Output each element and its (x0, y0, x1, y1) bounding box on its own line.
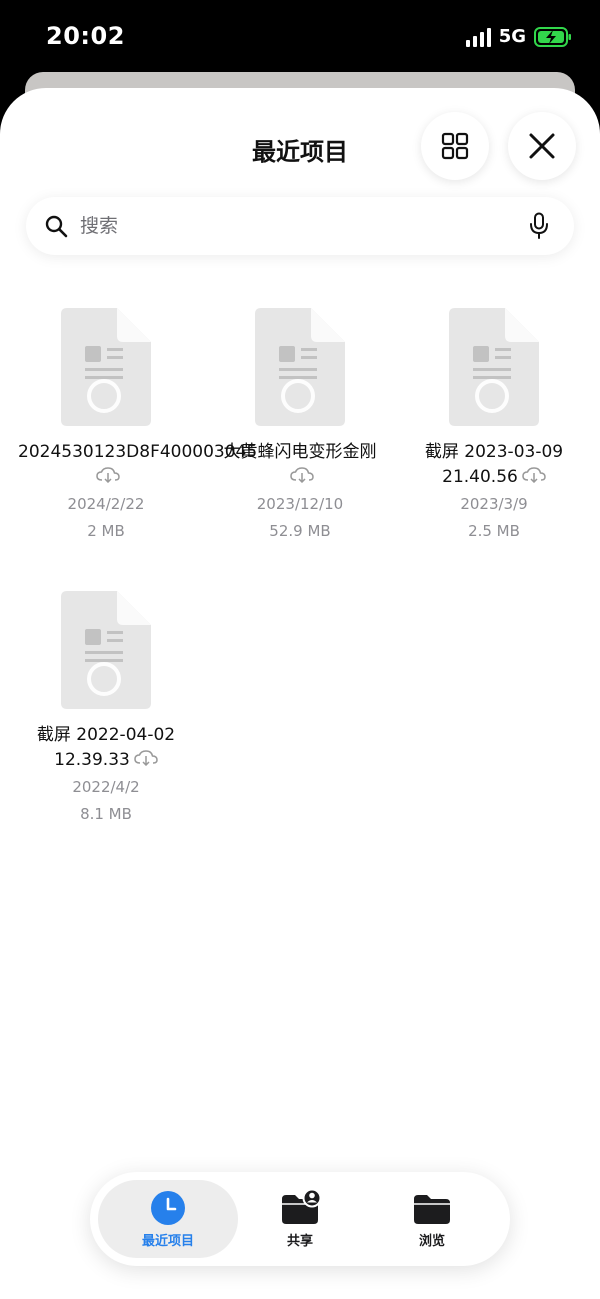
status-time: 20:02 (46, 22, 125, 50)
status-bar: 20:02 5G (0, 0, 600, 72)
file-date: 2023/12/10 (256, 495, 344, 513)
tab-label: 最近项目 (141, 1234, 194, 1249)
folder-icon (414, 1195, 450, 1224)
tab-shared[interactable]: 共享 (230, 1180, 370, 1258)
document-thumbnail-icon (449, 308, 539, 426)
file-size: 8.1 MB (80, 805, 132, 823)
document-thumbnail-icon (61, 591, 151, 709)
file-item[interactable]: 截屏 2022-04-02 12.39.33 2022/4/2 8.1 MB (12, 591, 200, 828)
close-icon (529, 133, 555, 159)
tab-label: 浏览 (418, 1234, 445, 1249)
search-icon (45, 215, 68, 238)
document-thumbnail-icon (61, 308, 151, 426)
network-type: 5G (498, 26, 526, 47)
tab-bar: 最近项目 共享 浏览 (90, 1172, 510, 1266)
file-size: 2.5 MB (468, 522, 520, 540)
tab-browse[interactable]: 浏览 (362, 1180, 502, 1258)
grid-icon (441, 132, 469, 160)
status-indicators: 5G (465, 26, 572, 47)
file-date: 2023/3/9 (460, 495, 528, 513)
file-date: 2024/2/22 (67, 495, 145, 513)
header: 最近项目 (0, 88, 600, 208)
cloud-download-icon[interactable] (96, 467, 120, 483)
file-item[interactable]: 2024530123D8F400003045 2024/2/22 2 MB (12, 308, 257, 545)
microphone-icon[interactable] (528, 212, 550, 240)
tab-label: 共享 (286, 1234, 313, 1249)
view-mode-button[interactable] (421, 112, 489, 180)
cloud-download-icon[interactable] (522, 467, 546, 483)
cloud-download-icon[interactable] (290, 467, 314, 483)
file-date: 2022/4/2 (72, 778, 140, 796)
search-input[interactable] (80, 197, 500, 255)
recents-sheet: 最近项目 搜索 2024530123D8F400003045 2024/2/22… (0, 88, 600, 1299)
close-button[interactable] (508, 112, 576, 180)
battery-charging-icon (534, 26, 571, 47)
file-name: 大黄蜂闪电变形金刚 (223, 442, 377, 462)
file-size: 2 MB (87, 522, 125, 540)
file-item[interactable]: 截屏 2023-03-09 21.40.56 2023/3/9 2.5 MB (400, 308, 588, 545)
file-size: 52.9 MB (269, 522, 331, 540)
signal-icon (465, 27, 491, 47)
cloud-download-icon[interactable] (134, 750, 158, 766)
tab-recents[interactable]: 最近项目 (98, 1180, 238, 1258)
document-thumbnail-icon (255, 308, 345, 426)
search-bar (26, 197, 574, 255)
clock-icon (151, 1191, 185, 1225)
file-item[interactable]: 大黄蜂闪电变形金刚 2023/12/10 52.9 MB (206, 308, 394, 545)
shared-folder-icon (282, 1190, 320, 1224)
